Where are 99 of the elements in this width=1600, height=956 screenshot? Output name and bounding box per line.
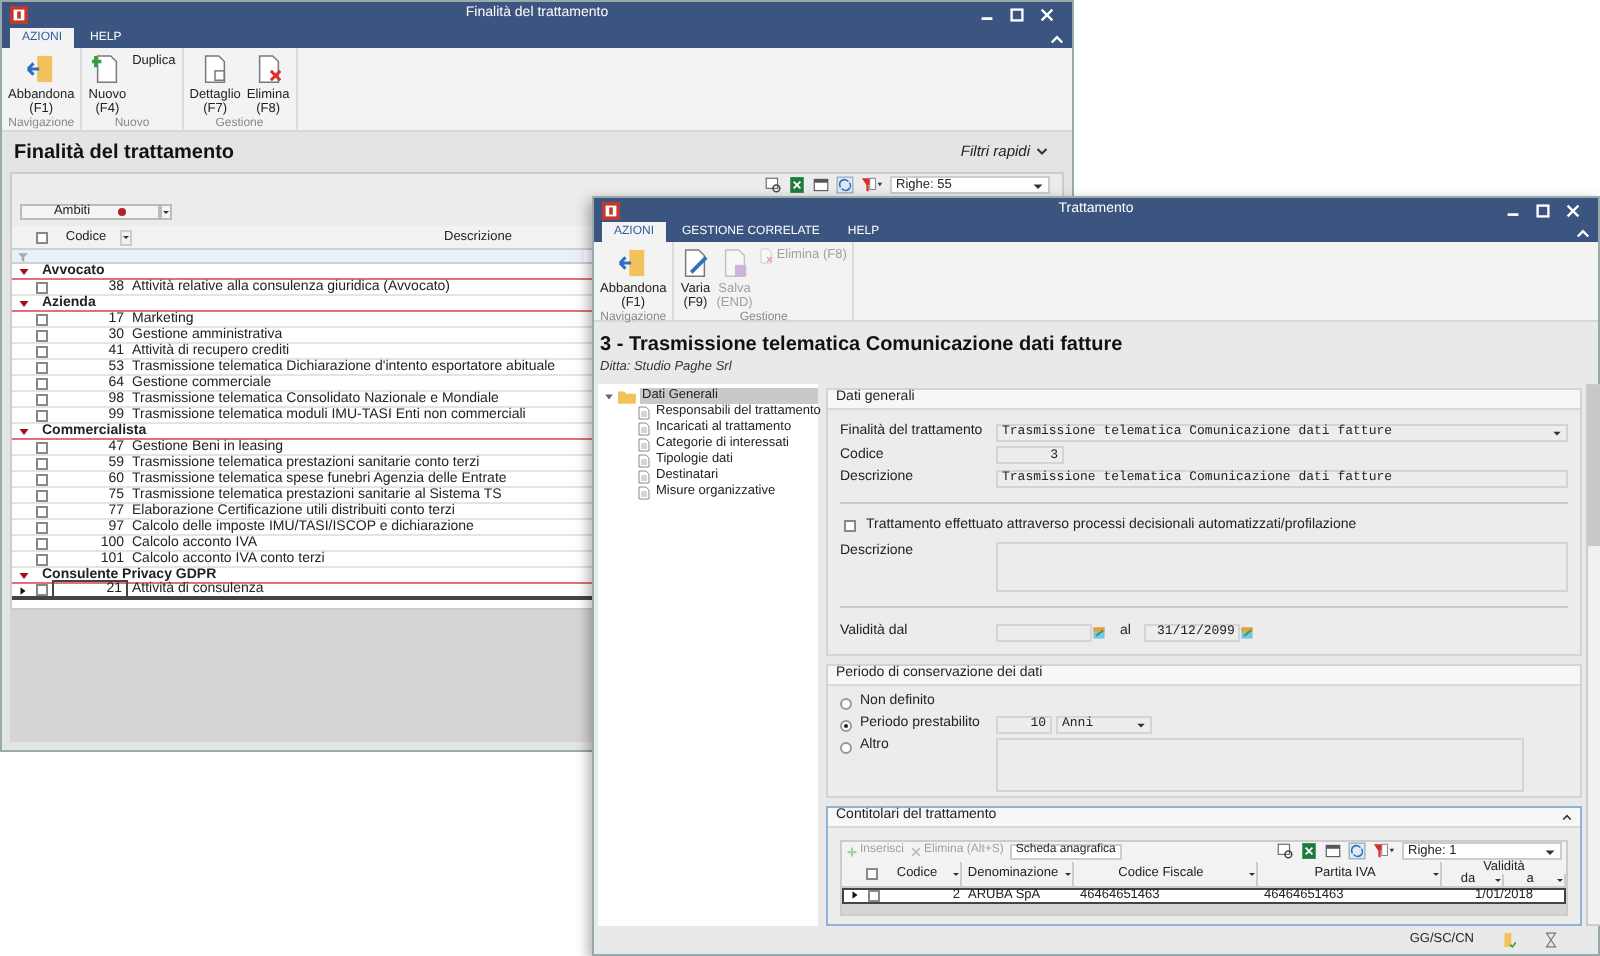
delete-document-icon <box>253 54 284 84</box>
refresh-button[interactable] <box>836 176 854 194</box>
checkbox[interactable] <box>36 409 48 421</box>
checkbox[interactable] <box>36 361 48 373</box>
caret-icon <box>122 232 130 242</box>
close-icon <box>1038 6 1056 24</box>
chevron-up-icon <box>1576 225 1590 240</box>
caret-icon <box>18 297 30 309</box>
checkbox[interactable] <box>36 313 48 325</box>
caret-icon <box>1494 875 1502 884</box>
checkbox[interactable] <box>36 473 48 485</box>
current-row-icon <box>17 585 27 595</box>
filter-icon <box>860 176 884 194</box>
excel-export-button[interactable] <box>1300 842 1318 861</box>
caret-icon <box>1064 869 1072 878</box>
exit-door-icon <box>618 248 649 279</box>
expand-button[interactable] <box>18 297 30 309</box>
cross-icon <box>910 845 923 858</box>
checkbox[interactable] <box>36 377 48 389</box>
user-icon <box>1502 932 1516 949</box>
folder-icon <box>618 389 636 404</box>
window-icon <box>812 176 830 194</box>
checkbox[interactable] <box>36 489 48 501</box>
maximize-button[interactable] <box>1534 201 1552 220</box>
save-document-icon <box>719 248 750 279</box>
record-heading: 3 - Trasmissione telematica Comunicazione dati fatture <box>600 334 1125 359</box>
exit-door-icon <box>26 54 57 84</box>
checkbox[interactable] <box>36 553 48 565</box>
checkbox[interactable] <box>36 345 48 357</box>
caret-icon <box>1248 869 1256 878</box>
caret-icon <box>952 869 960 878</box>
expand-button[interactable] <box>604 391 614 402</box>
expand-button[interactable] <box>18 265 30 277</box>
radio-button[interactable] <box>840 741 852 754</box>
hourglass-icon <box>1544 932 1558 949</box>
collapse-panel-button[interactable] <box>1562 811 1572 822</box>
document-icon <box>200 54 231 84</box>
caret-icon <box>1032 179 1044 191</box>
chevron-up-icon <box>1562 811 1572 822</box>
radio-button[interactable] <box>840 719 852 732</box>
expanded-icon <box>604 391 614 402</box>
checkbox[interactable] <box>36 281 48 293</box>
print-preview-button[interactable] <box>764 176 782 194</box>
checkbox[interactable] <box>868 889 880 902</box>
checkbox[interactable] <box>36 505 48 517</box>
delete-document-icon <box>758 248 775 265</box>
current-row-icon <box>849 890 859 901</box>
filter-button[interactable] <box>860 176 884 194</box>
scrollbar[interactable] <box>1586 384 1600 927</box>
caret-icon <box>1552 427 1562 438</box>
maximize-icon <box>1534 201 1552 220</box>
calendar-icon <box>1092 625 1106 640</box>
caret-icon <box>1556 875 1564 884</box>
checkbox[interactable] <box>36 441 48 453</box>
remove-icon <box>118 207 127 215</box>
filter-button[interactable] <box>1372 842 1396 861</box>
close-button[interactable] <box>1038 6 1056 24</box>
checkbox[interactable] <box>866 867 878 880</box>
caret-icon <box>18 425 30 437</box>
close-button[interactable] <box>1564 201 1582 220</box>
maximize-icon <box>1008 6 1026 24</box>
caret-icon <box>18 569 30 581</box>
new-document-icon <box>92 54 123 84</box>
caret-icon <box>1136 719 1146 730</box>
print-preview-button[interactable] <box>1276 842 1294 861</box>
checkbox[interactable] <box>36 521 48 533</box>
layout-button[interactable] <box>1324 842 1342 861</box>
column-menu-button[interactable] <box>120 229 132 245</box>
collapse-ribbon-button[interactable] <box>1050 31 1064 45</box>
close-icon <box>1564 201 1582 220</box>
group-by-menu-button[interactable] <box>160 203 172 219</box>
maximize-button[interactable] <box>1008 6 1026 24</box>
refresh-icon <box>1348 842 1366 861</box>
page-heading: Finalità del trattamento <box>14 139 235 167</box>
refresh-button[interactable] <box>1348 842 1366 861</box>
checkbox[interactable] <box>844 519 856 532</box>
caret-icon <box>1544 845 1556 858</box>
edit-document-icon <box>680 248 711 279</box>
checkbox[interactable] <box>36 457 48 469</box>
collapse-ribbon-button[interactable] <box>1576 225 1590 240</box>
checkbox[interactable] <box>36 584 48 596</box>
caret-icon <box>1432 869 1440 878</box>
expand-button[interactable] <box>18 569 30 581</box>
checkbox[interactable] <box>36 329 48 341</box>
layout-button[interactable] <box>812 176 830 194</box>
calendar-icon <box>1240 625 1255 640</box>
chevron-down-icon <box>1036 146 1048 158</box>
app-icon <box>602 201 620 220</box>
app-icon <box>10 6 28 24</box>
input-field[interactable] <box>996 623 1092 642</box>
radio-button[interactable] <box>840 697 852 710</box>
checkbox[interactable] <box>36 393 48 405</box>
print-preview-icon <box>764 176 782 194</box>
expand-button[interactable] <box>18 425 30 437</box>
checkbox[interactable] <box>36 537 48 549</box>
excel-export-button[interactable] <box>788 176 806 194</box>
checkbox[interactable] <box>36 231 48 243</box>
plus-icon <box>846 845 858 858</box>
chevron-up-icon <box>1050 31 1064 45</box>
